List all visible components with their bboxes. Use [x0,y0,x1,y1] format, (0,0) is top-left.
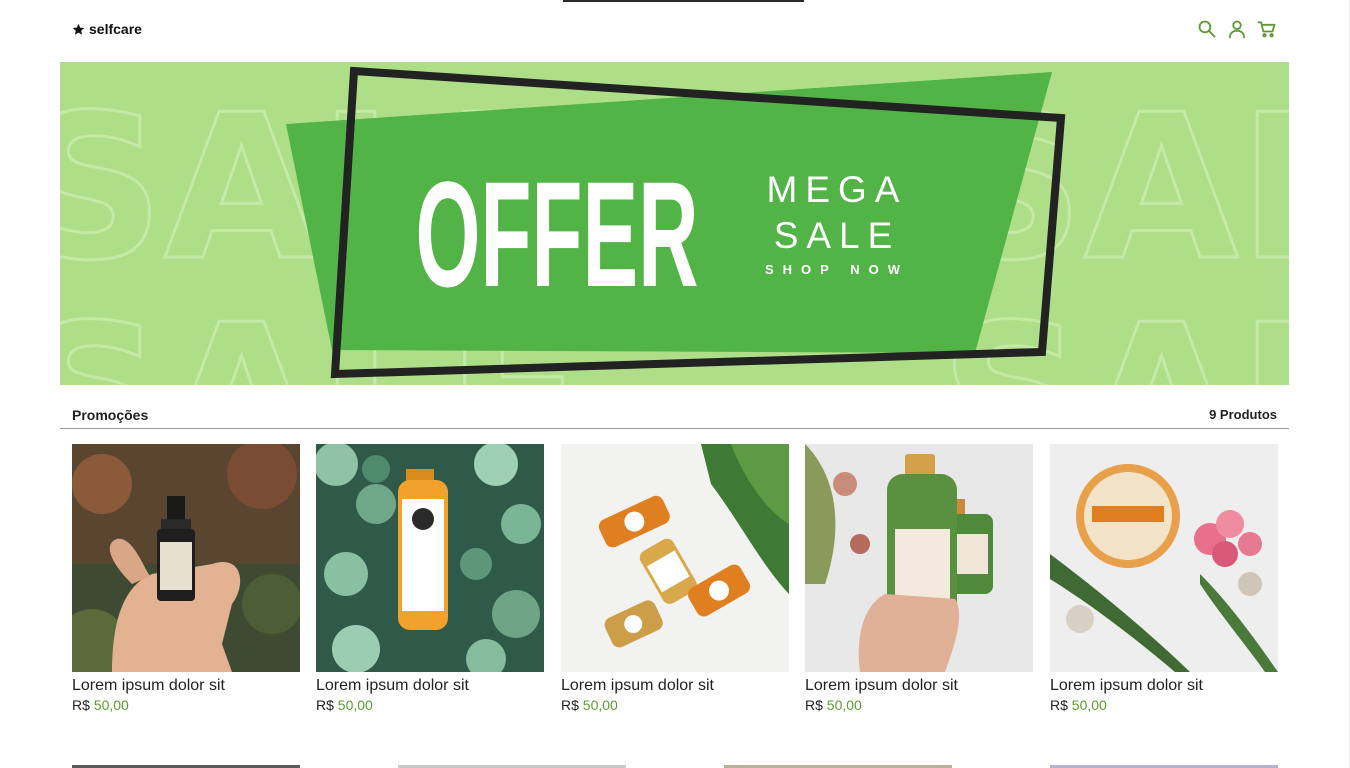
product-name[interactable]: Lorem ipsum dolor sit [72,677,300,695]
product-name[interactable]: Lorem ipsum dolor sit [805,677,1033,695]
banner-cta[interactable]: SHOP NOW [765,262,909,277]
product-price: R$ 50,00 [72,697,300,713]
currency: R$ [561,697,579,713]
product-image-airspun[interactable] [1050,444,1278,672]
price-amount: 50,00 [826,697,862,713]
promo-banner[interactable]: SALE SALE SALE SALE OFFER MEGA SALE SHOP… [60,62,1289,385]
product-price: R$ 50,00 [561,697,789,713]
banner-watermark-4: SALE [940,282,1289,385]
product-image-serum[interactable] [72,444,300,672]
product-image-juice-bottles[interactable] [561,444,789,672]
product-image-vitality-shot[interactable] [316,444,544,672]
banner-headline: OFFER [416,150,699,318]
site-header: selfcare [0,0,1350,60]
product-price: R$ 50,00 [316,697,544,713]
product-image-maui-shampoo[interactable] [805,444,1033,672]
user-icon[interactable] [1227,18,1247,40]
product-name[interactable]: Lorem ipsum dolor sit [1050,677,1278,695]
banner-line2: SALE [774,215,901,256]
section-header: Promoções 9 Produtos [60,404,1289,429]
product-card[interactable]: Lorem ipsum dolor sit R$ 50,00 [805,444,1033,713]
product-price: R$ 50,00 [805,697,1033,713]
product-price: R$ 50,00 [1050,697,1278,713]
product-card[interactable]: Lorem ipsum dolor sit R$ 50,00 [561,444,789,713]
search-icon[interactable] [1197,18,1217,40]
currency: R$ [1050,697,1068,713]
logo[interactable]: selfcare [72,21,142,37]
currency: R$ [805,697,823,713]
price-amount: 50,00 [337,697,373,713]
cart-icon[interactable] [1257,18,1277,40]
product-card[interactable]: Lorem ipsum dolor sit R$ 50,00 [72,444,300,713]
product-card[interactable]: Lorem ipsum dolor sit R$ 50,00 [1050,444,1278,713]
star-icon [72,23,85,35]
section-title: Promoções [72,407,149,423]
banner-line1: MEGA [767,169,908,210]
price-amount: 50,00 [582,697,618,713]
logo-text: selfcare [89,21,142,37]
price-amount: 50,00 [93,697,129,713]
product-grid: Lorem ipsum dolor sit R$ 50,00 Lorem ips… [72,444,1278,724]
product-name[interactable]: Lorem ipsum dolor sit [316,677,544,695]
product-name[interactable]: Lorem ipsum dolor sit [561,677,789,695]
header-icons [1197,18,1277,40]
currency: R$ [72,697,90,713]
product-count: 9 Produtos [1209,407,1277,422]
product-card[interactable]: Lorem ipsum dolor sit R$ 50,00 [316,444,544,713]
banner-art: SALE SALE SALE SALE OFFER MEGA SALE SHOP… [60,62,1289,385]
currency: R$ [316,697,334,713]
price-amount: 50,00 [1071,697,1107,713]
